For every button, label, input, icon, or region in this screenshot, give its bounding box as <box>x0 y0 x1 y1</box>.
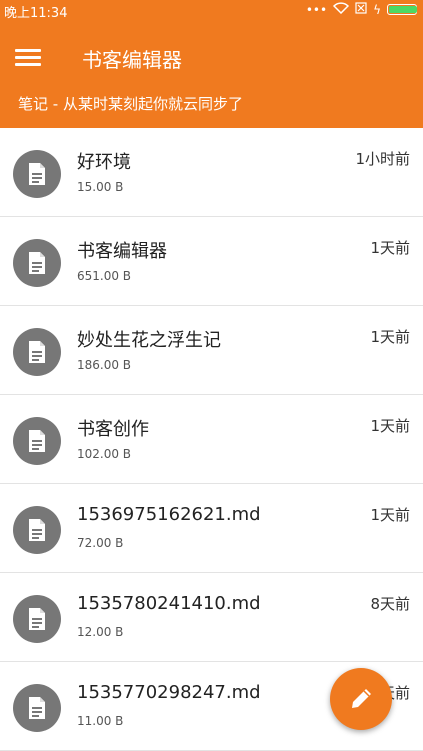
document-icon <box>29 430 45 452</box>
note-time: 1小时前 <box>355 150 410 168</box>
note-avatar <box>13 239 61 287</box>
document-icon <box>29 163 45 185</box>
note-list-item[interactable]: 书客编辑器 651.00 B 1天前 <box>0 217 423 306</box>
note-time: 1天前 <box>370 506 410 524</box>
note-size: 15.00 B <box>77 180 124 194</box>
note-list-item[interactable]: 1536975162621.md 72.00 B 1天前 <box>0 484 423 573</box>
dots-icon: ••• <box>305 2 328 17</box>
note-title: 好环境 <box>77 152 131 173</box>
note-avatar <box>13 684 61 732</box>
status-icons: ••• ϟ <box>306 2 417 17</box>
note-time: 1天前 <box>370 239 410 257</box>
app-subtitle: 笔记 - 从某时某刻起你就云同步了 <box>18 95 243 113</box>
hamburger-menu-icon[interactable] <box>15 46 41 68</box>
notes-list: 好环境 15.00 B 1小时前 书客编辑器 651.00 B 1天前 妙处生花之浮生记 18… <box>0 128 423 751</box>
app-bar: 书客编辑器 笔记 - 从某时某刻起你就云同步了 <box>0 22 423 128</box>
note-list-item[interactable]: 书客创作 102.00 B 1天前 <box>0 395 423 484</box>
note-avatar <box>13 328 61 376</box>
note-avatar <box>13 150 61 198</box>
status-time: 晚上11:34 <box>4 6 68 21</box>
note-avatar <box>13 417 61 465</box>
note-list-item[interactable]: 妙处生花之浮生记 186.00 B 1天前 <box>0 306 423 395</box>
pencil-edit-icon <box>352 689 371 708</box>
note-size: 186.00 B <box>77 358 132 372</box>
app-title: 书客编辑器 <box>82 48 182 72</box>
note-size: 72.00 B <box>77 536 124 550</box>
note-avatar <box>13 595 61 643</box>
wifi-icon <box>333 2 350 17</box>
document-icon <box>29 519 45 541</box>
note-list-item[interactable]: 1535780241410.md 12.00 B 8天前 <box>0 573 423 662</box>
document-icon <box>29 341 45 363</box>
document-icon <box>29 608 45 630</box>
note-title: 书客编辑器 <box>77 241 167 262</box>
new-note-button[interactable] <box>330 668 392 730</box>
note-title: 1535770298247.md <box>77 682 261 703</box>
note-time: 8天前 <box>370 595 410 613</box>
note-time: 1天前 <box>370 417 410 435</box>
note-size: 11.00 B <box>77 714 124 728</box>
note-avatar <box>13 506 61 554</box>
document-icon <box>29 252 45 274</box>
note-size: 102.00 B <box>77 447 132 461</box>
document-icon <box>29 697 45 719</box>
charging-icon: ϟ <box>373 2 381 17</box>
battery-icon <box>387 4 417 15</box>
note-title: 妙处生花之浮生记 <box>77 330 221 351</box>
note-size: 12.00 B <box>77 625 124 639</box>
note-size: 651.00 B <box>77 269 132 283</box>
sim-icon <box>355 2 367 17</box>
note-title: 1536975162621.md <box>77 504 261 525</box>
note-list-item[interactable]: 好环境 15.00 B 1小时前 <box>0 128 423 217</box>
note-time: 1天前 <box>370 328 410 346</box>
note-title: 书客创作 <box>77 419 149 440</box>
status-bar: 晚上11:34 ••• ϟ <box>0 0 423 22</box>
note-title: 1535780241410.md <box>77 593 261 614</box>
